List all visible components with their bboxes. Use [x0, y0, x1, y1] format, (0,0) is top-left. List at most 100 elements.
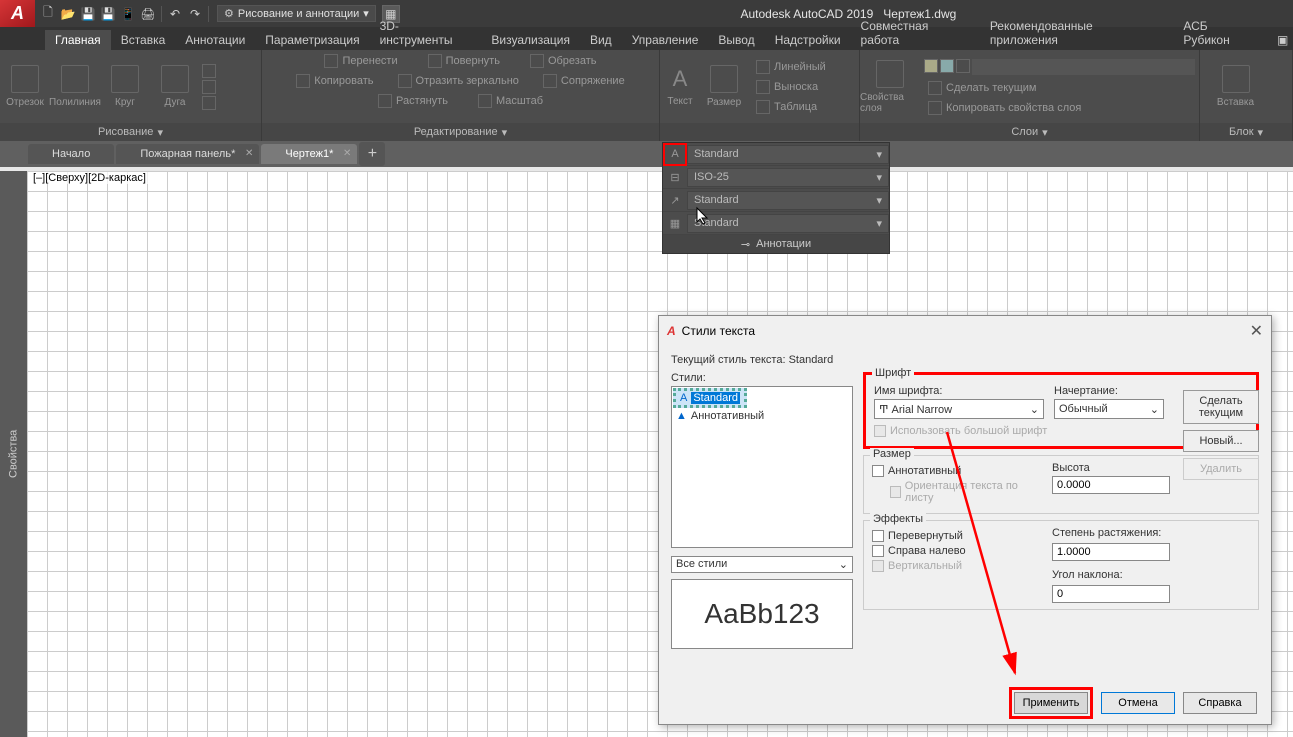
dim-style-icon[interactable]: ⊟ [663, 166, 687, 189]
tab-manage[interactable]: Управление [622, 30, 709, 50]
style-filter-dropdown[interactable]: Все стили⌄ [671, 556, 853, 573]
misc-icon[interactable] [202, 96, 216, 110]
tab-insert[interactable]: Вставка [111, 30, 176, 50]
move-button[interactable]: Перенести [318, 52, 403, 70]
font-style-combo[interactable]: Обычный⌄ [1054, 399, 1164, 419]
tab-annotate[interactable]: Аннотации [175, 30, 255, 50]
table-button[interactable]: Таблица [750, 98, 832, 116]
width-factor-input[interactable] [1052, 543, 1170, 561]
copy-button[interactable]: Копировать [290, 72, 379, 90]
tab-asb[interactable]: АСБ Рубикон [1173, 16, 1267, 50]
misc-icon[interactable] [202, 64, 216, 78]
mirror-button[interactable]: Отразить зеркально [392, 72, 525, 90]
tab-3dtools[interactable]: 3D-инструменты [370, 16, 482, 50]
style-item-annotative[interactable]: ▲ Аннотативный [672, 409, 852, 423]
scale-button[interactable]: Масштаб [472, 92, 549, 110]
height-input[interactable] [1052, 476, 1170, 494]
cancel-button[interactable]: Отмена [1101, 692, 1175, 714]
styles-listbox[interactable]: A Standard ▲ Аннотативный [671, 386, 853, 548]
tab-visualize[interactable]: Визуализация [481, 30, 580, 50]
dialog-titlebar[interactable]: A Стили текста ✕ [659, 316, 1271, 346]
undo-icon[interactable]: ↶ [166, 5, 184, 23]
line-button[interactable]: Отрезок [0, 52, 50, 122]
text-style-dropdown[interactable]: Standard▾ [687, 145, 889, 164]
chevron-down-icon: ⌄ [839, 558, 848, 571]
tab-featured[interactable]: Рекомендованные приложения [980, 16, 1174, 50]
layer-dropdown[interactable] [972, 59, 1195, 75]
tab-collaborate[interactable]: Совместная работа [851, 16, 980, 50]
text-style-icon[interactable]: A [663, 143, 687, 166]
doctab-start[interactable]: Начало [28, 144, 114, 164]
table-style-dropdown[interactable]: Standard▾ [687, 214, 889, 233]
close-icon[interactable]: ✕ [343, 148, 351, 159]
open-icon[interactable]: 📂 [59, 5, 77, 23]
rotate-button[interactable]: Повернуть [422, 52, 506, 70]
insert-button[interactable]: Вставка [1208, 52, 1263, 122]
doctab-drawing1[interactable]: Чертеж1*✕ [261, 144, 357, 164]
annotative-checkbox[interactable]: Аннотативный [872, 465, 1032, 477]
font-name-combo[interactable]: Ͳ Arial Narrow⌄ [874, 399, 1044, 419]
tab-home[interactable]: Главная [45, 30, 111, 50]
panel-title-modify[interactable]: Редактирование ▾ [262, 123, 659, 141]
tab-parametric[interactable]: Параметризация [255, 30, 369, 50]
effects-group: Эффекты Перевернутый Справа налево Верти… [863, 520, 1259, 610]
text-button[interactable]: AТекст [660, 52, 700, 122]
tab-addins[interactable]: Надстройки [765, 30, 851, 50]
tab-output[interactable]: Вывод [708, 30, 764, 50]
circle-button[interactable]: Круг [100, 52, 150, 122]
misc-icon[interactable] [202, 80, 216, 94]
plot-icon[interactable]: 🖨 [139, 5, 157, 23]
leader-style-icon[interactable]: ↗ [663, 189, 687, 212]
make-current-button[interactable]: Сделать текущим [922, 79, 1197, 97]
mobile-icon[interactable]: 📱 [119, 5, 137, 23]
help-button[interactable]: Справка [1183, 692, 1257, 714]
saveas-icon[interactable]: 💾 [99, 5, 117, 23]
dimension-button[interactable]: Размер [700, 52, 748, 122]
bulb-icon[interactable] [924, 59, 938, 73]
stretch-icon [378, 94, 392, 108]
doctab-fire-panel[interactable]: Пожарная панель*✕ [116, 144, 259, 164]
app-logo[interactable]: A [0, 0, 35, 27]
style-item-standard[interactable]: A Standard [673, 388, 747, 408]
flyout-footer[interactable]: ⊸Аннотации [663, 235, 889, 253]
dialog-footer: Применить Отмена Справка [659, 682, 1271, 724]
redo-icon[interactable]: ↷ [186, 5, 204, 23]
panel-title-draw[interactable]: Рисование ▾ [0, 123, 261, 141]
workspace-dropdown[interactable]: ⚙ Рисование и аннотации ▾ [217, 5, 376, 22]
fillet-button[interactable]: Сопряжение [537, 72, 631, 90]
ribbon-minimize[interactable]: ▣ [1267, 30, 1287, 50]
oblique-input[interactable] [1052, 585, 1170, 603]
close-icon[interactable]: ✕ [245, 148, 253, 159]
backwards-checkbox[interactable]: Справа налево [872, 545, 1032, 557]
properties-palette-tab[interactable]: Свойства [0, 171, 27, 737]
viewport-controls[interactable]: [–][Сверху][2D-каркас] [31, 172, 148, 184]
apply-button[interactable]: Применить [1014, 692, 1088, 714]
linear-button[interactable]: Линейный [750, 58, 832, 76]
dim-style-dropdown[interactable]: ISO-25▾ [687, 168, 889, 187]
panel-title-layers[interactable]: Слои ▾ [860, 123, 1199, 141]
polyline-button[interactable]: Полилиния [50, 52, 100, 122]
table-style-icon[interactable]: ▦ [663, 212, 687, 235]
close-button[interactable]: ✕ [1250, 321, 1263, 341]
leader-button[interactable]: Выноска [750, 78, 832, 96]
lock-icon[interactable] [956, 59, 970, 73]
save-icon[interactable]: 💾 [79, 5, 97, 23]
set-current-button[interactable]: Сделать текущим [1183, 390, 1259, 424]
linear-icon [756, 60, 770, 74]
panel-title-anno[interactable] [660, 123, 859, 141]
copy-layer-props-button[interactable]: Копировать свойства слоя [922, 99, 1197, 117]
freeze-icon[interactable] [940, 59, 954, 73]
new-button[interactable]: Новый... [1183, 430, 1259, 452]
trim-button[interactable]: Обрезать [524, 52, 603, 70]
height-label: Высота [1052, 462, 1170, 474]
upside-down-checkbox[interactable]: Перевернутый [872, 530, 1032, 542]
tab-view[interactable]: Вид [580, 30, 622, 50]
layer-props-button[interactable]: Свойства слоя [860, 52, 920, 122]
leader-style-dropdown[interactable]: Standard▾ [687, 191, 889, 210]
stretch-button[interactable]: Растянуть [372, 92, 454, 110]
styles-label: Стили: [671, 372, 853, 384]
panel-title-block[interactable]: Блок ▾ [1200, 123, 1292, 141]
arc-button[interactable]: Дуга [150, 52, 200, 122]
new-icon[interactable]: 🗋 [39, 5, 57, 23]
new-tab-button[interactable]: + [359, 142, 385, 166]
